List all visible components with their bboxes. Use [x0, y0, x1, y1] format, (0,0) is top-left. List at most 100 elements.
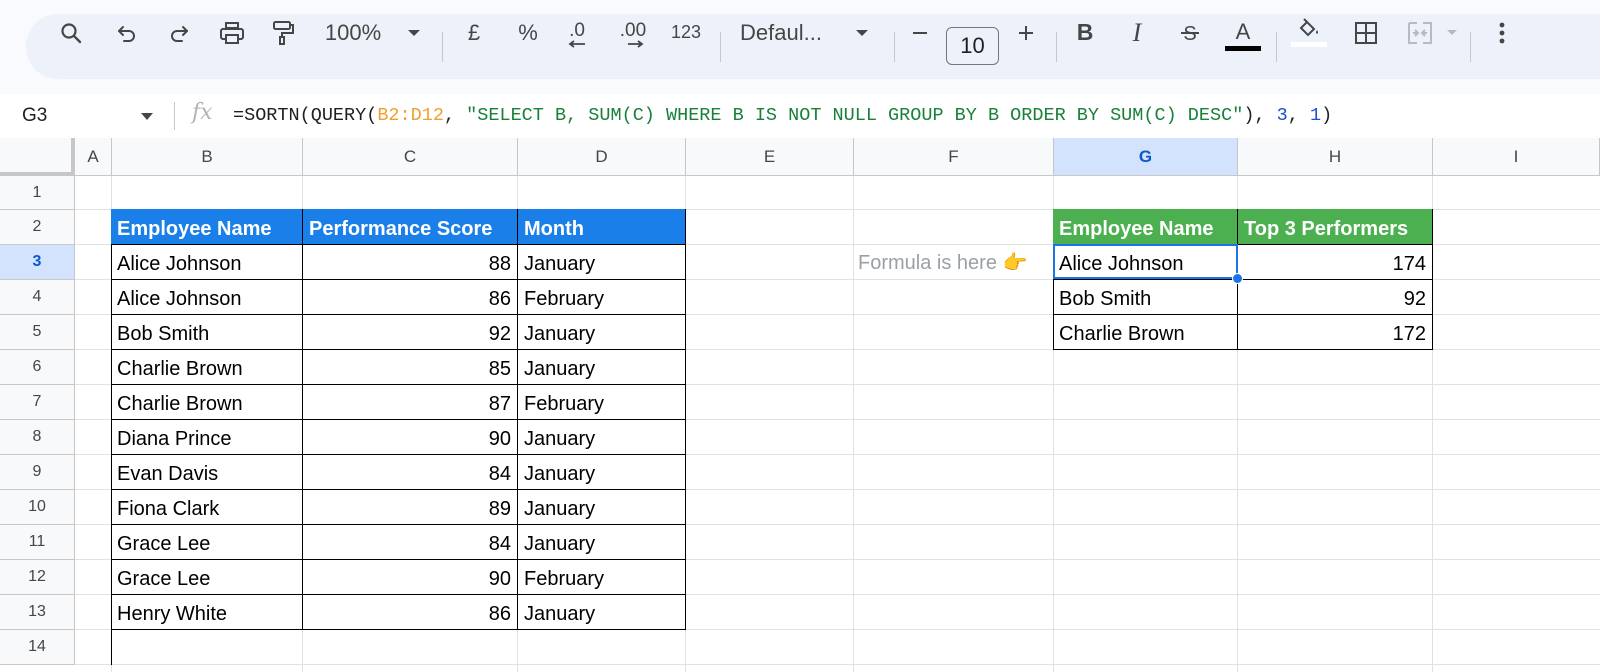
row-header-7[interactable]: 7 [0, 385, 75, 420]
formula-input[interactable]: =SORTN(QUERY(B2:D12, "SELECT B, SUM(C) W… [233, 94, 1332, 138]
borders-icon[interactable] [1350, 0, 1382, 65]
table-cell[interactable]: Alice Johnson [111, 280, 303, 315]
table-cell[interactable]: January [518, 315, 686, 350]
table-cell[interactable]: February [518, 560, 686, 595]
column-header-d[interactable]: D [518, 138, 686, 176]
spreadsheet-grid[interactable]: A B C D E F G H I 1 2 3 4 5 6 7 8 9 10 1… [0, 138, 1600, 672]
row-header-4[interactable]: 4 [0, 280, 75, 315]
table-cell[interactable]: 92 [1238, 280, 1433, 315]
table-cell[interactable]: 172 [1238, 315, 1433, 350]
redo-icon[interactable] [164, 0, 194, 65]
table-cell[interactable]: 87 [303, 385, 518, 420]
table-cell[interactable]: Alice Johnson [1053, 245, 1238, 280]
table-cell[interactable]: Grace Lee [111, 560, 303, 595]
more-formats-button[interactable]: 123 [668, 0, 704, 65]
table-cell[interactable]: January [518, 525, 686, 560]
source-header-employee-name[interactable]: Employee Name [111, 209, 303, 245]
font-size-input[interactable]: 10 [946, 27, 999, 65]
table-cell[interactable]: 84 [303, 525, 518, 560]
italic-icon[interactable]: I [1124, 0, 1150, 65]
fill-color-icon[interactable] [1290, 0, 1328, 65]
undo-icon[interactable] [112, 0, 142, 65]
row-header-6[interactable]: 6 [0, 350, 75, 385]
row-header-12[interactable]: 12 [0, 560, 75, 595]
table-cell[interactable]: 89 [303, 490, 518, 525]
increase-font-size-icon[interactable] [1014, 0, 1038, 65]
table-cell[interactable]: 85 [303, 350, 518, 385]
merge-chevron-down-icon[interactable] [1444, 0, 1460, 65]
table-cell[interactable]: Charlie Brown [111, 385, 303, 420]
strikethrough-icon[interactable]: S [1176, 0, 1204, 65]
source-header-month[interactable]: Month [518, 209, 686, 245]
column-header-b[interactable]: B [112, 138, 303, 176]
font-select[interactable]: Defaul... [740, 0, 840, 65]
zoom-select[interactable]: 100% [318, 0, 388, 65]
table-cell[interactable]: February [518, 280, 686, 315]
table-cell[interactable]: Charlie Brown [1053, 315, 1238, 350]
table-cell[interactable]: 90 [303, 560, 518, 595]
increase-decimal-button[interactable]: .00 [614, 0, 652, 65]
row-header-14[interactable]: 14 [0, 630, 75, 665]
table-cell[interactable]: January [518, 595, 686, 630]
column-header-f[interactable]: F [854, 138, 1054, 176]
currency-button[interactable]: £ [462, 0, 486, 65]
select-all-corner[interactable] [0, 138, 75, 176]
table-cell[interactable]: Evan Davis [111, 455, 303, 490]
table-cell[interactable]: January [518, 490, 686, 525]
table-cell[interactable]: Bob Smith [111, 315, 303, 350]
table-cell[interactable]: 88 [303, 245, 518, 280]
table-cell[interactable]: Henry White [111, 595, 303, 630]
zoom-chevron-down-icon[interactable] [404, 0, 424, 65]
table-cell[interactable]: Grace Lee [111, 525, 303, 560]
table-cell[interactable]: 84 [303, 455, 518, 490]
merge-cells-icon[interactable] [1404, 0, 1436, 65]
search-icon[interactable] [56, 0, 86, 65]
row-header-1[interactable]: 1 [0, 176, 75, 210]
column-header-g[interactable]: G [1054, 138, 1238, 176]
row-header-5[interactable]: 5 [0, 315, 75, 350]
table-cell[interactable]: 90 [303, 420, 518, 455]
row-header-8[interactable]: 8 [0, 420, 75, 455]
name-box[interactable]: G3 [22, 94, 47, 138]
result-header-top-3-performers[interactable]: Top 3 Performers [1238, 209, 1433, 245]
result-header-employee-name[interactable]: Employee Name [1053, 209, 1238, 245]
table-cell[interactable]: Alice Johnson [111, 245, 303, 280]
row-header-10[interactable]: 10 [0, 490, 75, 525]
table-cell[interactable]: 92 [303, 315, 518, 350]
table-cell[interactable]: January [518, 455, 686, 490]
row-header-11[interactable]: 11 [0, 525, 75, 560]
table-cell[interactable]: 86 [303, 595, 518, 630]
column-header-h[interactable]: H [1238, 138, 1433, 176]
print-icon[interactable] [216, 0, 248, 65]
row-header-3[interactable]: 3 [0, 245, 75, 280]
text-color-icon[interactable]: A [1224, 0, 1262, 65]
bold-icon[interactable]: B [1072, 0, 1098, 65]
table-cell[interactable]: February [518, 385, 686, 420]
table-cell[interactable]: Charlie Brown [111, 350, 303, 385]
row-header-9[interactable]: 9 [0, 455, 75, 490]
table-cell[interactable]: January [518, 245, 686, 280]
column-header-a[interactable]: A [75, 138, 112, 176]
table-cell[interactable]: January [518, 350, 686, 385]
table-cell[interactable]: Diana Prince [111, 420, 303, 455]
decrease-font-size-icon[interactable] [908, 0, 932, 65]
table-cell[interactable]: 86 [303, 280, 518, 315]
percent-button[interactable]: % [514, 0, 542, 65]
name-box-chevron-down-icon[interactable] [141, 113, 153, 120]
table-cell[interactable]: 174 [1238, 245, 1433, 280]
paint-format-icon[interactable] [268, 0, 298, 65]
fill-handle[interactable] [1232, 273, 1243, 284]
more-icon[interactable] [1490, 0, 1514, 65]
column-header-i[interactable]: I [1433, 138, 1600, 176]
table-cell[interactable]: Bob Smith [1053, 280, 1238, 315]
table-cell[interactable]: Fiona Clark [111, 490, 303, 525]
toolbar-divider [442, 32, 443, 62]
source-header-performance-score[interactable]: Performance Score [303, 209, 518, 245]
column-header-c[interactable]: C [303, 138, 518, 176]
row-header-13[interactable]: 13 [0, 595, 75, 630]
table-cell[interactable]: January [518, 420, 686, 455]
row-header-2[interactable]: 2 [0, 210, 75, 245]
column-header-e[interactable]: E [686, 138, 854, 176]
font-chevron-down-icon[interactable] [852, 0, 872, 65]
decrease-decimal-button[interactable]: .0 [560, 0, 594, 65]
